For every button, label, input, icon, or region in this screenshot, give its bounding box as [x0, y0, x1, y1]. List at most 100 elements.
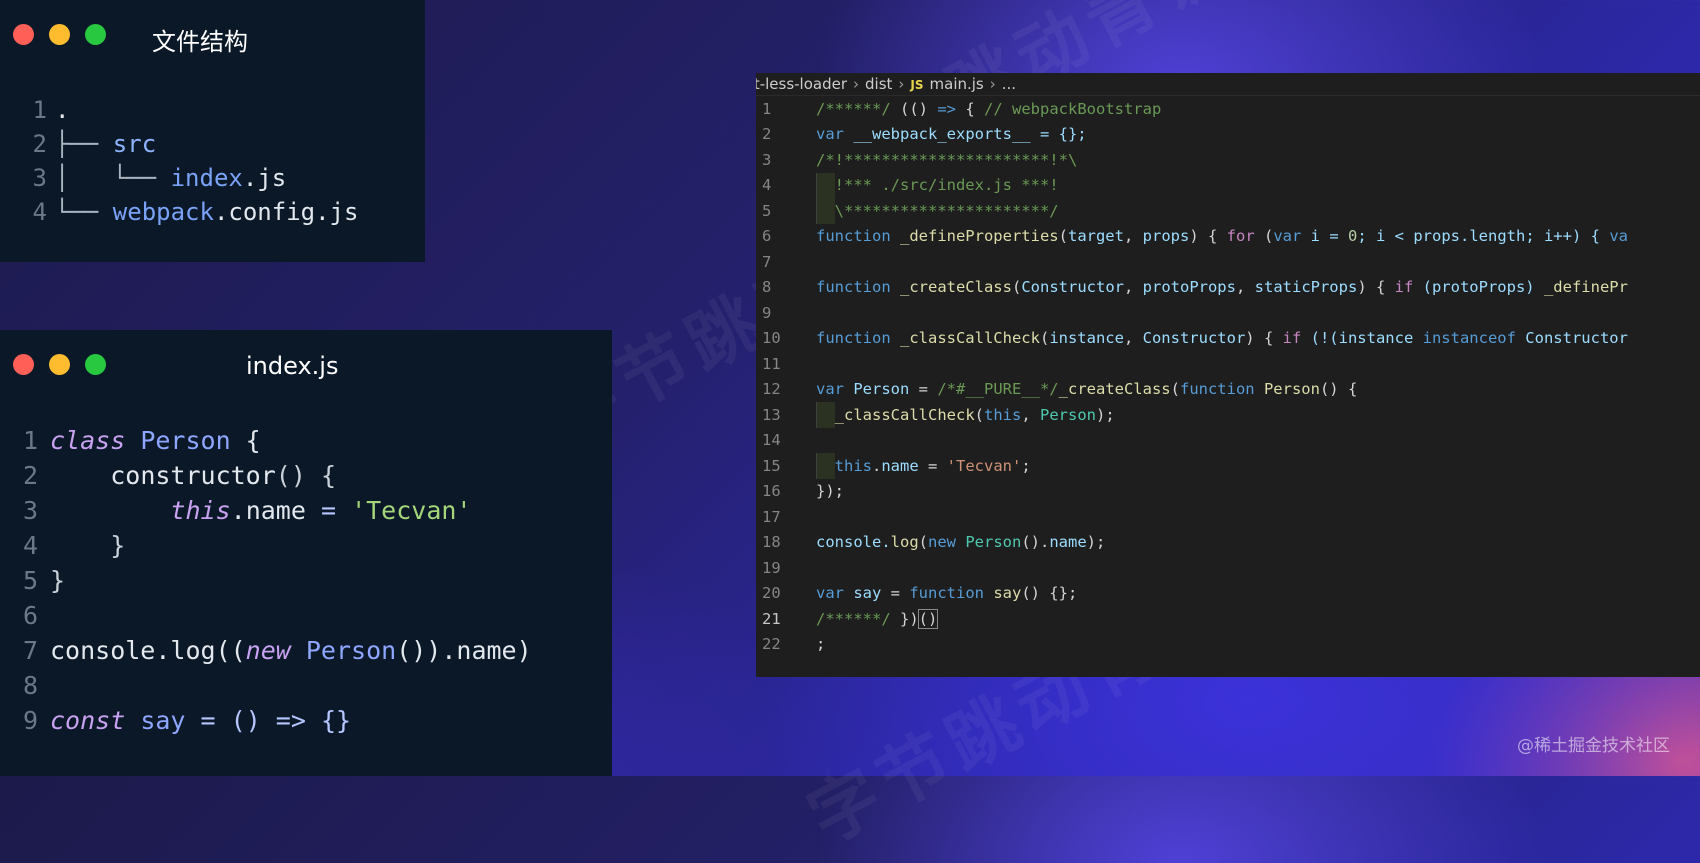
- code-text: });: [816, 482, 844, 501]
- line-number: 9: [22, 706, 38, 735]
- chevron-right-icon: ›: [989, 75, 996, 93]
- editor-line: 20 var say = function say() {};: [756, 581, 1700, 607]
- line-number: 3: [32, 164, 47, 192]
- code-text: }: [50, 531, 126, 560]
- indent-guide: [816, 402, 835, 428]
- code-text: var Person = /*#__PURE__*/_createClass(f…: [816, 380, 1358, 399]
- line-number: 14: [762, 431, 781, 450]
- line-number: 6: [762, 227, 772, 246]
- code-text: {: [230, 426, 261, 455]
- keyword: class: [50, 426, 126, 455]
- window-title: index.js: [246, 352, 339, 380]
- operator: =: [305, 496, 352, 525]
- tree-branch: ├──: [55, 130, 113, 158]
- tree-file-index-ext: .js: [242, 164, 287, 192]
- line-number: 20: [762, 584, 781, 603]
- keyword: this: [170, 496, 231, 525]
- line-number: 17: [762, 507, 781, 526]
- line-number: 3: [762, 150, 772, 169]
- indent-guide: [816, 172, 835, 198]
- window-titlebar: 文件结构: [0, 0, 425, 70]
- line-number: 4: [22, 531, 38, 560]
- line-number: 1: [762, 99, 772, 118]
- code-line: 8: [0, 668, 612, 703]
- close-window-button[interactable]: [13, 24, 34, 45]
- code-text: ;: [816, 635, 826, 654]
- minimize-window-button[interactable]: [49, 354, 70, 375]
- breadcrumb-folder[interactable]: st-less-loader: [756, 75, 847, 93]
- code-text: /******/ })(): [816, 608, 939, 629]
- line-number: 3: [22, 496, 38, 525]
- editor-line: 10 function _classCallCheck(instance, Co…: [756, 326, 1700, 352]
- code-line: 6: [0, 598, 612, 633]
- editor-line: 7: [756, 249, 1700, 275]
- editor-line: 16 });: [756, 479, 1700, 505]
- code-line: 5 }: [0, 563, 612, 598]
- line-number: 15: [762, 456, 781, 475]
- code-text: console.log(new Person().name);: [816, 533, 1106, 552]
- tree-file-webpack-name: webpack: [112, 198, 214, 226]
- indent-guide: [816, 453, 835, 479]
- comment: \**********************/: [816, 201, 1059, 220]
- line-number: 2: [762, 125, 772, 144]
- line-number: 10: [762, 329, 781, 348]
- tree-root: .: [55, 96, 70, 124]
- breadcrumb-more[interactable]: ...: [1002, 75, 1016, 93]
- code-editor[interactable]: 1 /******/ (() => { // webpackBootstrap …: [756, 96, 1700, 677]
- property: .name: [230, 496, 306, 525]
- code-text: function _defineProperties(target, props…: [816, 227, 1628, 246]
- code-text: = () => {}: [185, 706, 352, 735]
- code-line: 7 console.log((new Person ()).name): [0, 633, 612, 668]
- minimize-window-button[interactable]: [49, 24, 70, 45]
- class-name: Person: [125, 426, 231, 455]
- maximize-window-button[interactable]: [85, 354, 106, 375]
- code-text: () {: [275, 461, 337, 490]
- keyword: new: [245, 636, 291, 665]
- code-text: ()).name): [396, 636, 532, 665]
- line-number: 21: [762, 609, 781, 628]
- source-credit: @稀土掘金技术社区: [1517, 736, 1670, 756]
- string-literal: 'Tecvan': [351, 496, 472, 525]
- code-line: 1 class Person {: [0, 423, 612, 458]
- line-number: 13: [762, 405, 781, 424]
- line-number: 22: [762, 635, 781, 654]
- code-line: 4 }: [0, 528, 612, 563]
- editor-line: 14: [756, 428, 1700, 454]
- comment: !*** ./src/index.js ***!: [816, 176, 1059, 195]
- code-line: 9 const say = () => {}: [0, 703, 612, 738]
- editor-line: 4 !*** ./src/index.js ***!: [756, 172, 1700, 198]
- tree-file-index-name: index: [170, 164, 243, 192]
- editor-line: 2 var __webpack_exports__ = {};: [756, 122, 1700, 148]
- line-number: 6: [22, 601, 38, 630]
- editor-line: 15 this.name = 'Tecvan';: [756, 453, 1700, 479]
- line-number: 4: [32, 198, 47, 226]
- file-structure-window: 文件结构 1 . 2 ├── src 3 │ └── index .js 4 └─…: [0, 0, 425, 262]
- code-text: /******/ (() => { // webpackBootstrap: [816, 99, 1162, 118]
- close-window-button[interactable]: [13, 354, 34, 375]
- window-title: 文件结构: [152, 28, 248, 56]
- line-number: 11: [762, 354, 781, 373]
- file-tree: 1 . 2 ├── src 3 │ └── index .js 4 └── web…: [0, 93, 425, 229]
- tree-file-webpack-ext: .config.js: [213, 198, 359, 226]
- maximize-window-button[interactable]: [85, 24, 106, 45]
- breadcrumb-file[interactable]: main.js: [930, 75, 984, 93]
- code-text: var __webpack_exports__ = {};: [816, 125, 1087, 144]
- breadcrumb-subfolder[interactable]: dist: [865, 75, 892, 93]
- line-number: 19: [762, 558, 781, 577]
- comment: /*!**********************!*\: [816, 150, 1078, 169]
- line-number: 1: [32, 96, 47, 124]
- code-text: this.name = 'Tecvan';: [834, 456, 1031, 475]
- line-number: 16: [762, 482, 781, 501]
- code-line: 3 this .name = 'Tecvan': [0, 493, 612, 528]
- file-tree-line: 4 └── webpack .config.js: [0, 195, 425, 229]
- indent-guide: [816, 198, 835, 224]
- tree-folder-src: src: [112, 130, 157, 158]
- editor-line: 13 _classCallCheck(this, Person);: [756, 402, 1700, 428]
- line-number: 12: [762, 380, 781, 399]
- tree-branch: └──: [55, 198, 113, 226]
- line-number: 2: [22, 461, 38, 490]
- code-text: }: [50, 566, 66, 595]
- tree-branch: │ └──: [55, 164, 171, 192]
